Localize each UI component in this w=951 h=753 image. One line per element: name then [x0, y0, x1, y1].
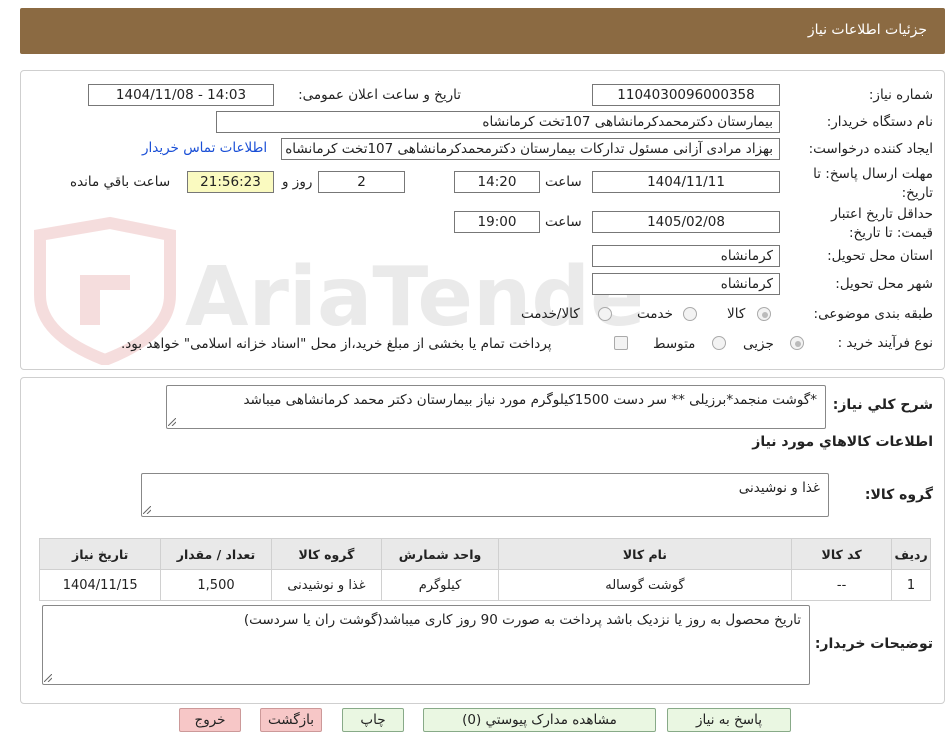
cell-need-date: 1404/11/15: [38, 569, 162, 601]
category-radio-goods-service[interactable]: [598, 307, 612, 321]
goods-section-title: اطلاعات کالاهاي مورد نياز: [752, 434, 933, 450]
city-field: کرمانشاه: [592, 273, 780, 295]
process-radio-minor[interactable]: [790, 336, 804, 350]
col-qty-header: تعداد / مقدار: [160, 538, 272, 570]
creator-field: بهزاد مرادی آزانی مسئول تدارکات بیمارستا…: [281, 138, 780, 160]
announce-field: 1404/11/08 - 14:03: [88, 84, 274, 106]
cell-row-number: 1: [891, 569, 931, 601]
respond-button[interactable]: پاسخ به نیاز: [667, 708, 791, 732]
cell-name: گوشت گوساله: [497, 569, 793, 601]
category-option-goods: کالا: [727, 306, 746, 322]
page-header: جزئیات اطلاعات نیاز: [20, 8, 945, 54]
treasury-payment-note: پرداخت تمام یا بخشی از مبلغ خرید،از محل …: [121, 336, 552, 352]
validity-date-field: 1405/02/08: [592, 211, 780, 233]
col-group-header: گروه کالا: [270, 538, 383, 570]
page-title: جزئیات اطلاعات نیاز: [807, 22, 927, 38]
summary-label: شرح کلي نياز:: [832, 397, 933, 413]
goods-group-label: گروه کالا:: [864, 487, 933, 503]
category-option-service: خدمت: [637, 306, 673, 322]
process-option-minor: جزیی: [743, 336, 774, 352]
validity-time-field: 19:00: [454, 211, 540, 233]
cell-quantity: 1,500: [160, 569, 272, 601]
validity-time-word: ساعت: [545, 214, 582, 230]
buyer-org-field: بیمارستان دکترمحمدکرمانشاهی 107تخت کرمان…: [216, 111, 780, 133]
need-number-label: شماره نیاز:: [868, 87, 933, 103]
buyer-org-label: نام دستگاه خریدار:: [826, 114, 933, 130]
remaining-word: ساعت باقي مانده: [70, 174, 171, 190]
validity-label: حداقل تاریخ اعتبار قیمت: تا تاریخ:: [831, 206, 933, 241]
city-label: شهر محل تحویل:: [835, 276, 933, 292]
exit-button[interactable]: خروج: [179, 708, 241, 732]
items-table: ردیف کد کالا نام کالا واحد شمارش گروه کا…: [38, 538, 931, 601]
treasury-payment-checkbox[interactable]: [614, 336, 628, 350]
deadline-time-word: ساعت: [545, 174, 582, 190]
cell-group: غذا و نوشیدنی: [270, 569, 383, 601]
watermark-text: AriaTender.neT: [185, 250, 640, 345]
process-option-medium: متوسط: [653, 336, 696, 352]
announce-label: تاریخ و ساعت اعلان عمومی:: [298, 87, 461, 103]
category-radio-service[interactable]: [683, 307, 697, 321]
col-unit-header: واحد شمارش: [381, 538, 499, 570]
back-button[interactable]: بازگشت: [260, 708, 322, 732]
process-radio-medium[interactable]: [712, 336, 726, 350]
cell-code: --: [791, 569, 893, 601]
summary-textarea[interactable]: *گوشت منجمد*برزیلی ** سر دست 1500کیلوگرم…: [166, 385, 826, 429]
cell-unit: کیلوگرم: [381, 569, 499, 601]
category-option-goods-service: کالا/خدمت: [521, 306, 580, 322]
creator-label: ایجاد کننده درخواست:: [808, 141, 933, 157]
deadline-time-field: 14:20: [454, 171, 540, 193]
category-radio-goods[interactable]: [757, 307, 771, 321]
province-field: کرمانشاه: [592, 245, 780, 267]
days-word: روز و: [282, 174, 313, 190]
items-table-header-row: ردیف کد کالا نام کالا واحد شمارش گروه کا…: [38, 538, 931, 570]
resize-grip-icon[interactable]: [168, 418, 176, 426]
col-code-header: کد کالا: [791, 538, 893, 570]
buyer-notes-label: توضیحات خریدار:: [814, 636, 933, 652]
attachments-button[interactable]: مشاهده مدارک پیوستي (0): [423, 708, 656, 732]
items-table-wrap: ردیف کد کالا نام کالا واحد شمارش گروه کا…: [38, 538, 931, 601]
resize-grip-icon[interactable]: [44, 674, 52, 682]
col-name-header: نام کالا: [497, 538, 793, 570]
days-field: 2: [318, 171, 405, 193]
buyer-notes-textarea[interactable]: تاریخ محصول به روز یا نزدیک باشد پرداخت …: [42, 605, 810, 685]
print-button[interactable]: چاپ: [342, 708, 404, 732]
col-row-header: ردیف: [891, 538, 931, 570]
resize-grip-icon[interactable]: [143, 506, 151, 514]
col-date-header: تاریخ نیاز: [38, 538, 162, 570]
buyer-contact-link[interactable]: اطلاعات تماس خریدار: [142, 140, 267, 156]
goods-group-textarea[interactable]: غذا و نوشیدنی: [141, 473, 829, 517]
remaining-time-field: 21:56:23: [187, 171, 274, 193]
need-number-field: 1104030096000358: [592, 84, 780, 106]
deadline-label: مهلت ارسال پاسخ: تا تاریخ:: [813, 166, 933, 201]
deadline-date-field: 1404/11/11: [592, 171, 780, 193]
category-label: طبقه بندی موضوعی:: [813, 306, 933, 322]
process-label: نوع فرآیند خرید :: [837, 335, 933, 351]
province-label: استان محل تحویل:: [827, 248, 933, 264]
table-row: 1 -- گوشت گوساله کیلوگرم غذا و نوشیدنی 1…: [38, 569, 931, 601]
